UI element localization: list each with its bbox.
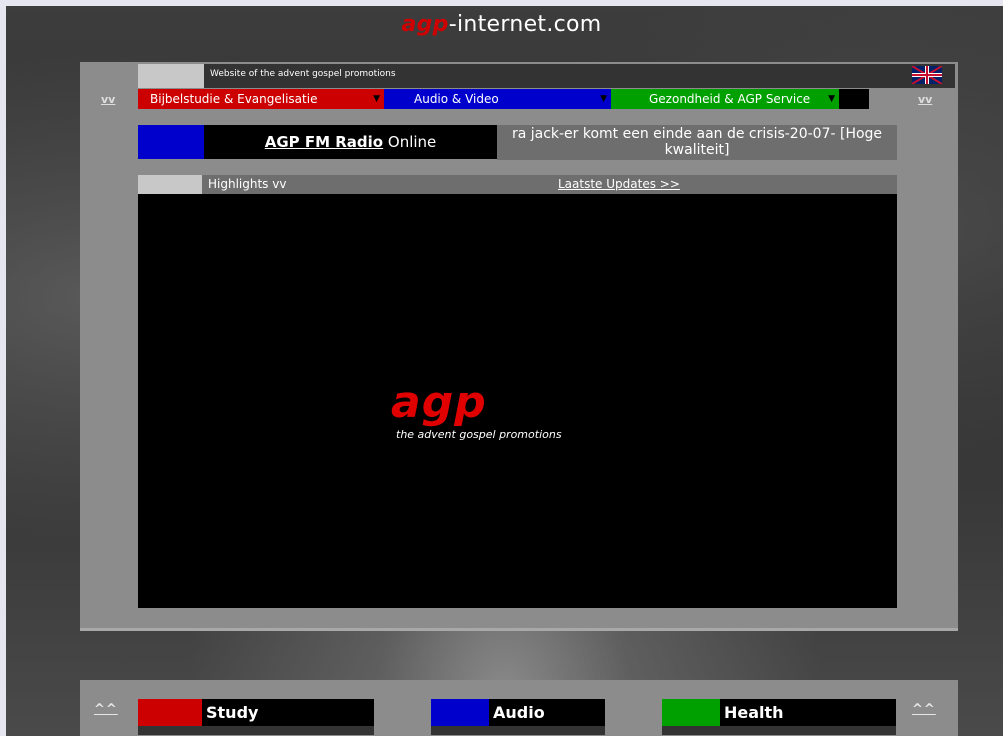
radio-status: Online	[387, 133, 437, 151]
radio-bar: AGP FM Radio Online ra jack-er komt een …	[138, 125, 897, 160]
radio-link[interactable]: AGP FM Radio	[265, 133, 383, 151]
agp-logo-text: agp	[391, 377, 487, 428]
highlights-swatch	[138, 175, 202, 194]
card-audio[interactable]: Audio	[431, 699, 605, 735]
latest-updates-link[interactable]: Laatste Updates >>	[558, 177, 680, 191]
card-health[interactable]: Health	[662, 699, 896, 735]
card-body	[662, 726, 896, 735]
card-body	[138, 726, 374, 735]
card-swatch	[662, 699, 720, 726]
nav-item-label: Bijbelstudie & Evangelisatie	[150, 92, 318, 106]
card-label: Study	[202, 699, 374, 726]
nav-item-bijbelstudie[interactable]: Bijbelstudie & Evangelisatie ▼	[138, 89, 384, 109]
nav-item-audio-video[interactable]: Audio & Video ▼	[384, 89, 611, 109]
bottom-panel: ^^ ^^ Study Audio Health	[80, 680, 958, 736]
nav-item-label: Audio & Video	[414, 92, 499, 106]
card-label: Health	[720, 699, 896, 726]
agp-logo: agp the advent gospel promotions	[391, 377, 562, 442]
card-body	[431, 726, 605, 735]
main-panel: Website of the advent gospel promotions …	[80, 62, 958, 631]
scroll-down-link-right[interactable]: vv	[918, 93, 932, 106]
dropdown-arrow-icon: ▼	[828, 94, 835, 104]
uk-flag-icon[interactable]	[912, 66, 942, 84]
site-title-brand: agp	[401, 12, 449, 37]
site-tagline: Website of the advent gospel promotions	[210, 69, 396, 79]
radio-title: AGP FM Radio Online	[204, 125, 497, 159]
dropdown-arrow-icon: ▼	[600, 94, 607, 104]
card-label: Audio	[489, 699, 605, 726]
site-title[interactable]: agp-internet.com	[0, 12, 1003, 37]
card-swatch	[431, 699, 489, 726]
highlights-label[interactable]: Highlights vv	[208, 177, 286, 191]
highlights-bar: Highlights vv Laatste Updates >>	[138, 175, 897, 194]
top-bar: Website of the advent gospel promotions	[138, 64, 955, 88]
scroll-up-link-left[interactable]: ^^	[94, 702, 118, 717]
scroll-up-link-right[interactable]: ^^	[912, 702, 936, 717]
highlights-screen[interactable]: agp the advent gospel promotions	[138, 194, 897, 608]
now-playing-ticker: ra jack-er komt een einde aan de crisis-…	[497, 125, 897, 160]
site-title-suffix: -internet.com	[448, 12, 602, 37]
card-study[interactable]: Study	[138, 699, 374, 735]
main-nav: Bijbelstudie & Evangelisatie ▼ Audio & V…	[138, 89, 869, 109]
agp-logo-subtitle: the advent gospel promotions	[396, 428, 562, 441]
card-swatch	[138, 699, 202, 726]
nav-item-label: Gezondheid & AGP Service	[649, 92, 811, 106]
scroll-down-link-left[interactable]: vv	[101, 93, 115, 106]
nav-spacer	[839, 89, 869, 109]
radio-swatch	[138, 125, 204, 159]
dropdown-arrow-icon: ▼	[373, 94, 380, 104]
top-bar-swatch	[138, 64, 204, 88]
nav-item-gezondheid[interactable]: Gezondheid & AGP Service ▼	[611, 89, 839, 109]
